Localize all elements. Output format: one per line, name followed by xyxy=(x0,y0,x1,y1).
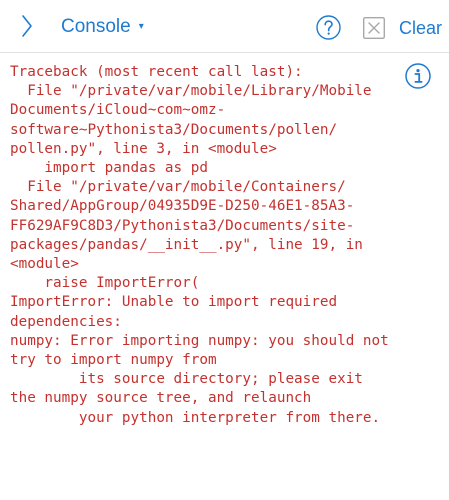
console-line: ImportError: Unable to import required xyxy=(10,294,338,311)
close-box-icon[interactable] xyxy=(362,16,386,40)
console-line: try to import numpy from xyxy=(10,352,217,369)
console-line: packages/pandas/__init__.py", line 19, i… xyxy=(10,236,363,253)
console-toolbar: Console ▾ Clear xyxy=(0,0,449,53)
console-line: <module> xyxy=(10,256,79,273)
console-line: your python interpreter from there. xyxy=(10,409,381,426)
console-line: the numpy source tree, and relaunch xyxy=(10,390,312,407)
console-line: raise ImportError( xyxy=(10,275,200,292)
console-line: its source directory; please exit xyxy=(10,371,363,388)
console-line: software~Pythonista3/Documents/pollen/ xyxy=(10,121,338,138)
console-output: Traceback (most recent call last): File … xyxy=(10,63,446,428)
console-title-menu[interactable]: Console ▾ xyxy=(61,14,144,40)
console-line: numpy: Error importing numpy: you should… xyxy=(10,332,389,349)
clear-button[interactable]: Clear xyxy=(399,17,442,39)
info-circle-icon[interactable] xyxy=(405,63,431,89)
console-line: pollen.py", line 3, in <module> xyxy=(10,140,277,157)
caret-down-icon: ▾ xyxy=(138,21,144,32)
console-line: dependencies: xyxy=(10,313,122,330)
console-line: Traceback (most recent call last): xyxy=(10,64,303,80)
console-line: Shared/AppGroup/04935D9E-D250-46E1-85A3- xyxy=(10,198,355,215)
chevron-right-icon[interactable] xyxy=(16,13,38,39)
console-line: Documents/iCloud~com~omz- xyxy=(10,102,226,119)
console-line: FF629AF9C8D3/Pythonista3/Documents/site- xyxy=(10,217,355,234)
console-line: File "/private/var/mobile/Library/Mobile xyxy=(10,83,372,100)
pythonista-console-screen: Console ▾ Clear Traceback (most recent c… xyxy=(0,0,449,500)
console-title: Console xyxy=(61,16,131,37)
question-circle-icon[interactable] xyxy=(316,15,341,40)
console-line: import pandas as pd xyxy=(10,160,208,177)
console-line: File "/private/var/mobile/Containers/ xyxy=(10,179,346,196)
